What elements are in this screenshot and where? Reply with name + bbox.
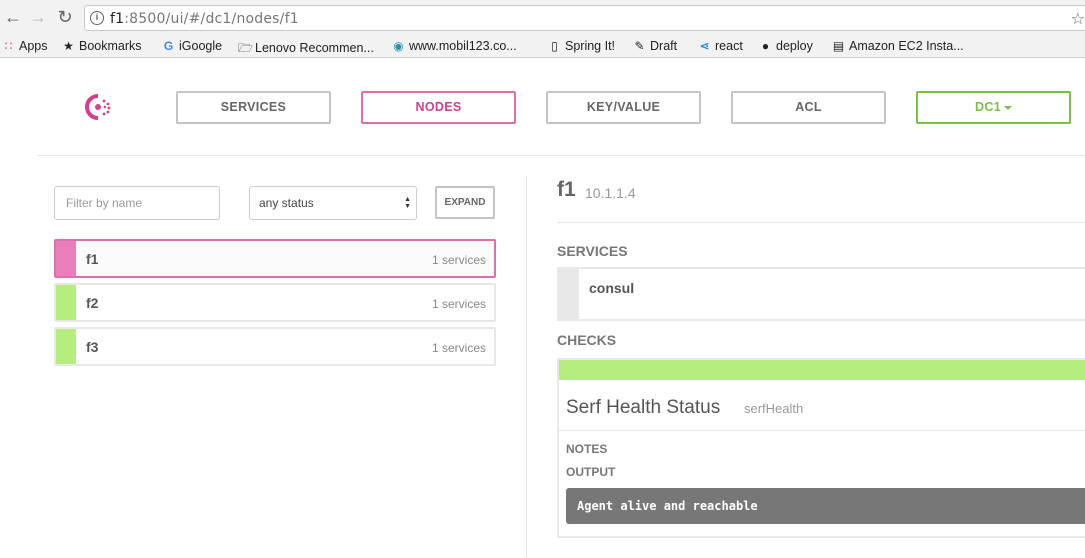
check-divider (559, 430, 1085, 431)
status-select-value: any status (259, 196, 314, 210)
check-item-serfhealth: Serf Health Status serfHealth NOTES OUTP… (557, 358, 1085, 538)
detail-divider (557, 222, 1085, 223)
node-status-bar (56, 329, 76, 364)
vscode-icon: ⋖ (699, 39, 710, 53)
check-id: serfHealth (744, 401, 804, 416)
bookmark-star-icon[interactable]: ☆ (1071, 9, 1085, 29)
info-icon[interactable]: i (90, 11, 104, 25)
bookmark-apps[interactable]: ∷ Apps (2, 39, 48, 53)
column-divider (526, 176, 527, 558)
node-service-count: 1 services (431, 341, 486, 355)
apps-grid-icon: ∷ (4, 39, 13, 53)
check-output: Agent alive and reachable (566, 488, 1085, 524)
node-service-count: 1 services (431, 253, 486, 267)
output-label: OUTPUT (566, 465, 616, 479)
bookmark-amazon-ec2[interactable]: ▤ Amazon EC2 Insta... (832, 39, 964, 53)
mobil123-icon: ◉ (393, 39, 404, 53)
nav-services-button[interactable]: SERVICES (176, 91, 331, 124)
bookmark-spring[interactable]: ▯ Spring It! (548, 39, 615, 53)
node-list-item-f1[interactable]: f1 1 services (54, 239, 496, 278)
services-heading: SERVICES (557, 243, 628, 259)
nav-nodes-button[interactable]: NODES (361, 91, 516, 124)
edit-icon: ✎ (634, 39, 645, 53)
node-name: f3 (86, 339, 99, 355)
bookmark-igoogle[interactable]: GiGoogle (162, 39, 222, 53)
google-icon: G (163, 39, 174, 53)
back-arrow-icon[interactable]: ← (2, 6, 24, 28)
bookmark-mobil123[interactable]: ◉ www.mobil123.co... (392, 39, 516, 53)
reload-icon[interactable]: ↻ (54, 6, 76, 28)
checks-heading: CHECKS (557, 332, 617, 348)
github-icon: ● (761, 39, 770, 53)
service-item-consul[interactable]: consul (557, 267, 1085, 321)
node-detail-address: 10.1.1.4 (585, 185, 636, 201)
bookmark-react[interactable]: ⋖ react (698, 39, 742, 53)
node-service-count: 1 services (431, 297, 486, 311)
nav-acl-button[interactable]: ACL (731, 91, 886, 124)
node-status-bar (56, 285, 76, 320)
notes-label: NOTES (566, 442, 608, 456)
check-status-bar (559, 360, 1085, 380)
bookmark-deploy[interactable]: ● deploy (759, 39, 813, 53)
bookmarks-bar: ∷ Apps ★ Bookmarks GiGoogle 🗁 Lenovo Recomm… (0, 36, 1085, 58)
page-icon: ▯ (551, 39, 558, 53)
server-icon: ▤ (832, 39, 845, 53)
address-bar[interactable]: i f1:8500/ui/#/dc1/nodes/f1 ☆ (84, 5, 1085, 31)
url-text: f1:8500/ui/#/dc1/nodes/f1 (110, 11, 299, 27)
select-arrows-icon: ▲ ▼ (404, 196, 411, 210)
check-name: Serf Health Status (566, 397, 721, 418)
node-list-item-f3[interactable]: f3 1 services (54, 327, 496, 366)
caret-down-icon (1003, 105, 1012, 110)
browser-toolbar: ← → ↻ i f1:8500/ui/#/dc1/nodes/f1 ☆ (0, 0, 1085, 36)
filter-by-name-input[interactable]: Filter by name (54, 186, 220, 220)
header-divider (38, 155, 1085, 156)
bookmark-lenovo[interactable]: 🗁 Lenovo Recommen... (238, 39, 374, 60)
nav-keyvalue-button[interactable]: KEY/VALUE (546, 91, 701, 124)
bookmark-draft[interactable]: ✎ Draft (633, 39, 677, 53)
bookmark-bookmarks[interactable]: ★ Bookmarks (62, 39, 141, 53)
star-icon: ★ (63, 39, 74, 53)
forward-arrow-icon[interactable]: → (27, 6, 49, 28)
node-name: f2 (86, 295, 99, 311)
service-status-bar (559, 269, 579, 319)
node-status-bar (56, 241, 76, 276)
node-list-item-f2[interactable]: f2 1 services (54, 283, 496, 322)
consul-logo[interactable] (84, 93, 114, 121)
node-detail-title: f1 (557, 178, 576, 201)
node-name: f1 (86, 251, 99, 267)
folder-icon: 🗁 (238, 41, 253, 55)
datacenter-label: DC1 (975, 100, 1001, 114)
status-select[interactable]: any status ▲ ▼ (249, 186, 417, 220)
service-name: consul (589, 280, 635, 296)
expand-button[interactable]: EXPAND (435, 186, 495, 219)
datacenter-dropdown[interactable]: DC1 (916, 91, 1071, 124)
